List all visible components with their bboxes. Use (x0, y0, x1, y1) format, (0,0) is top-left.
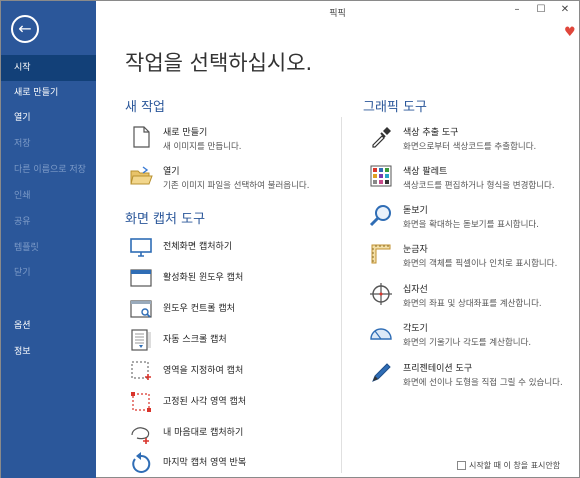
region-capture-item[interactable]: 영역을 지정하여 캡처 (129, 359, 329, 393)
back-button[interactable]: ← (11, 15, 39, 43)
fixed-region-icon (131, 392, 151, 412)
scroll-capture-icon (131, 329, 151, 351)
sidebar-item-new[interactable]: 새로 만들기 (1, 80, 96, 106)
window-icon (130, 269, 152, 287)
item-title: 각도기 (403, 324, 428, 334)
fixed-region-capture-item[interactable]: 고정된 사각 영역 캡처 (129, 390, 329, 424)
dont-show-on-startup-checkbox[interactable]: 시작할 때 이 창을 표시안함 (457, 460, 560, 471)
crosshair-item[interactable]: 십자선화면의 좌표 및 상대좌표를 계산합니다. (369, 282, 574, 316)
item-title: 색상 추출 도구 (403, 128, 459, 138)
color-picker-item[interactable]: 색상 추출 도구화면으로부터 색상코드를 추출합니다. (369, 125, 574, 159)
sidebar-item-print[interactable]: 인쇄 (1, 183, 96, 209)
color-palette-item[interactable]: 색상 팔레트색상코드를 편집하거나 형식을 변경합니다. (369, 164, 574, 198)
sidebar: ← 시작 새로 만들기 열기 저장 다른 이름으로 저장 인쇄 공유 템플릿 닫… (1, 1, 96, 478)
column-divider (341, 117, 342, 473)
item-title: 색상 팔레트 (403, 167, 448, 177)
sidebar-item-share[interactable]: 공유 (1, 209, 96, 235)
item-desc: 화면에 선이나 도형을 직접 그릴 수 있습니다. (403, 378, 563, 388)
item-desc: 화면을 확대하는 돋보기를 표시합니다. (403, 220, 539, 230)
active-window-capture-item[interactable]: 활성화된 윈도우 캡처 (129, 266, 329, 300)
repeat-last-capture-item[interactable]: 마지막 캡처 영역 반복 (129, 451, 329, 478)
item-title: 영역을 지정하여 캡처 (163, 366, 244, 376)
item-title: 윈도우 컨트롤 캡처 (163, 304, 235, 314)
sidebar-item-options[interactable]: 옵션 (1, 313, 96, 339)
magnifier-item[interactable]: 돋보기화면을 확대하는 돋보기를 표시합니다. (369, 203, 574, 237)
palette-grid-icon (370, 165, 392, 187)
heart-icon[interactable]: ♥ (564, 25, 576, 40)
item-desc: 화면의 좌표 및 상대좌표를 계산합니다. (403, 299, 542, 309)
sidebar-item-template[interactable]: 템플릿 (1, 235, 96, 261)
page-title: 작업을 선택하십시오. (125, 51, 313, 75)
sidebar-item-save-as[interactable]: 다른 이름으로 저장 (1, 157, 96, 183)
monitor-icon (130, 238, 152, 257)
region-select-icon (131, 361, 151, 380)
protractor-item[interactable]: 각도기화면의 기울기나 각도를 계산합니다. (369, 321, 574, 355)
sidebar-item-about[interactable]: 정보 (1, 339, 96, 365)
item-desc: 화면의 객체를 픽셀이나 인치로 표시합니다. (403, 259, 558, 269)
new-document-icon (133, 126, 150, 148)
sidebar-item-save[interactable]: 저장 (1, 131, 96, 157)
folder-open-icon (130, 166, 153, 185)
ruler-icon (371, 244, 391, 264)
capture-heading: 화면 캡처 도구 (125, 212, 206, 227)
auto-scroll-capture-item[interactable]: 자동 스크롤 캡처 (129, 328, 329, 362)
new-image-item[interactable]: 새로 만들기새 이미지를 만듭니다. (129, 125, 329, 159)
close-button[interactable]: ✕ (557, 4, 573, 15)
presentation-tool-item[interactable]: 프리젠테이션 도구화면에 선이나 도형을 직접 그릴 수 있습니다. (369, 361, 579, 395)
app-window: ← 시작 새로 만들기 열기 저장 다른 이름으로 저장 인쇄 공유 템플릿 닫… (0, 0, 580, 478)
sidebar-item-start[interactable]: 시작 (1, 55, 96, 81)
item-title: 전체화면 캡처하기 (163, 242, 233, 252)
sidebar-item-open[interactable]: 열기 (1, 105, 96, 131)
freeform-capture-item[interactable]: 내 마음대로 캡처하기 (129, 421, 329, 455)
crosshair-icon (370, 283, 392, 305)
graphic-tools-heading: 그래픽 도구 (363, 100, 427, 115)
item-title: 활성화된 윈도우 캡처 (163, 273, 244, 283)
item-title: 돋보기 (403, 206, 428, 216)
item-title: 새로 만들기 (163, 128, 208, 138)
sidebar-item-close[interactable]: 닫기 (1, 260, 96, 286)
item-desc: 새 이미지를 만듭니다. (163, 142, 242, 152)
checkbox-label: 시작할 때 이 창을 표시안함 (469, 461, 561, 470)
magnifier-icon (369, 205, 391, 227)
item-title: 고정된 사각 영역 캡처 (163, 397, 247, 407)
ruler-item[interactable]: 눈금자화면의 객체를 픽셀이나 인치로 표시합니다. (369, 242, 574, 276)
repeat-icon (132, 452, 151, 473)
pen-icon (372, 363, 391, 382)
window-control-capture-item[interactable]: 윈도우 컨트롤 캡처 (129, 297, 329, 331)
item-title: 열기 (163, 167, 180, 177)
item-title: 자동 스크롤 캡처 (163, 335, 227, 345)
item-title: 눈금자 (403, 245, 428, 255)
maximize-button[interactable]: ☐ (533, 4, 549, 15)
freeform-icon (131, 427, 150, 444)
item-title: 프리젠테이션 도구 (403, 364, 473, 374)
open-item[interactable]: 열기기존 이미지 파일을 선택하여 불러옵니다. (129, 164, 329, 198)
item-title: 내 마음대로 캡처하기 (163, 428, 244, 438)
item-desc: 화면으로부터 색상코드를 추출합니다. (403, 142, 537, 152)
fullscreen-capture-item[interactable]: 전체화면 캡처하기 (129, 235, 329, 269)
item-title: 마지막 캡처 영역 반복 (163, 458, 247, 468)
checkbox-box[interactable] (457, 461, 466, 470)
window-title: 픽픽 (329, 9, 346, 19)
minimize-button[interactable]: – (509, 4, 525, 15)
item-desc: 색상코드를 편집하거나 형식을 변경합니다. (403, 181, 555, 191)
eyedropper-icon (372, 127, 391, 148)
protractor-icon (370, 328, 392, 340)
window-control-icon (130, 300, 152, 318)
new-task-heading: 새 작업 (125, 100, 166, 115)
item-desc: 화면의 기울기나 각도를 계산합니다. (403, 338, 532, 348)
item-desc: 기존 이미지 파일을 선택하여 불러옵니다. (163, 181, 310, 191)
item-title: 십자선 (403, 285, 428, 295)
